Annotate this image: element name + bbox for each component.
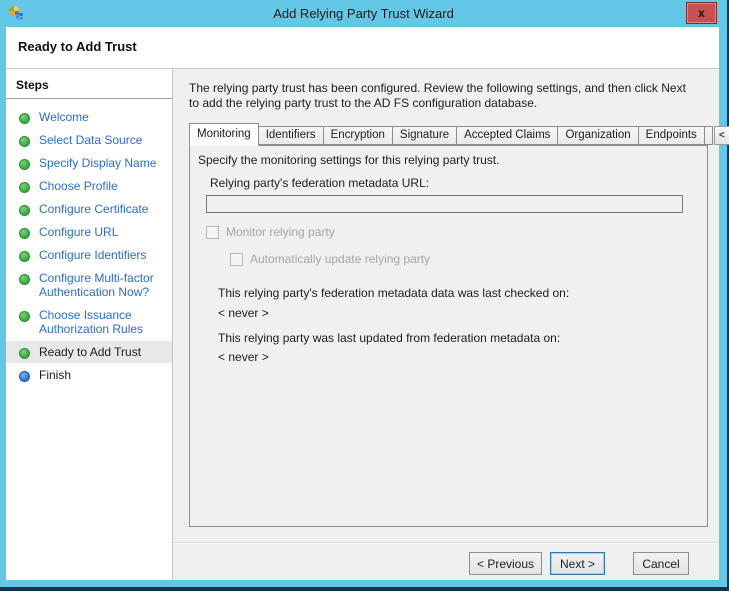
monitoring-tab-panel: Specify the monitoring settings for this…: [189, 145, 708, 527]
footer-divider: [173, 542, 719, 544]
step-label: Specify Display Name: [39, 156, 157, 170]
settings-tab[interactable]: Accepted Claims: [457, 126, 559, 145]
last-updated-label: This relying party was last updated from…: [218, 331, 561, 345]
monitor-relying-party-checkbox: Monitor relying party: [206, 225, 335, 239]
sidebar-step: Configure Certificate: [6, 198, 172, 220]
last-checked-label: This relying party's federation metadata…: [218, 286, 570, 300]
step-status-dot-icon: [19, 182, 30, 193]
step-status-dot-icon: [19, 371, 30, 382]
sidebar-step: Configure Identifiers: [6, 244, 172, 266]
step-status-dot-icon: [19, 274, 30, 285]
tab-scrollers: < >: [713, 126, 729, 145]
step-status-dot-icon: [19, 348, 30, 359]
cancel-button[interactable]: Cancel: [633, 552, 689, 575]
step-status-dot-icon: [19, 228, 30, 239]
step-label: Configure Identifiers: [39, 248, 147, 262]
sidebar-step: Choose Profile: [6, 175, 172, 197]
step-label: Choose Profile: [39, 179, 118, 193]
sidebar-step: Specify Display Name: [6, 152, 172, 174]
steps-heading: Steps: [6, 69, 172, 99]
step-status-dot-icon: [19, 205, 30, 216]
step-status-dot-icon: [19, 251, 30, 262]
next-button[interactable]: Next >: [550, 552, 605, 575]
step-label: Configure URL: [39, 225, 119, 239]
settings-tab[interactable]: Signature: [392, 126, 458, 145]
sidebar-step: Finish: [6, 364, 172, 386]
auto-update-label: Automatically update relying party: [250, 252, 431, 266]
steps-sidebar: Steps Welcome Select Data Source Specify…: [6, 69, 172, 580]
window-title: Add Relying Party Trust Wizard: [273, 6, 454, 21]
settings-tabstrip: Monitoring Identifiers Encryption Signat…: [189, 123, 729, 146]
monitoring-instruction: Specify the monitoring settings for this…: [198, 153, 500, 167]
window-edge-bottom: [0, 587, 729, 591]
auto-update-checkbox: Automatically update relying party: [230, 252, 430, 266]
settings-tab[interactable]: Encryption: [323, 126, 393, 145]
step-status-dot-icon: [19, 159, 30, 170]
title-bar: Add Relying Party Trust Wizard x: [0, 0, 727, 27]
step-label: Choose Issuance Authorization Rules: [39, 308, 144, 336]
sidebar-step: Choose Issuance Authorization Rules: [6, 304, 172, 340]
settings-tab[interactable]: Note: [704, 126, 713, 145]
checkbox-icon: [230, 252, 243, 266]
sidebar-step: Configure URL: [6, 221, 172, 243]
settings-tab[interactable]: Identifiers: [258, 126, 324, 145]
step-label: Select Data Source: [39, 133, 143, 147]
settings-tab[interactable]: Monitoring: [189, 123, 259, 146]
wizard-body: Steps Welcome Select Data Source Specify…: [6, 69, 729, 580]
tab-scroll-left-button[interactable]: <: [713, 126, 729, 145]
step-label: Ready to Add Trust: [39, 345, 142, 359]
monitor-relying-party-label: Monitor relying party: [226, 225, 335, 239]
last-updated-value: < never >: [218, 350, 269, 364]
sidebar-step: Ready to Add Trust: [6, 341, 172, 363]
step-status-dot-icon: [19, 311, 30, 322]
main-content: The relying party trust has been configu…: [172, 69, 729, 580]
metadata-url-label: Relying party's federation metadata URL:: [210, 176, 430, 190]
sidebar-step: Configure Multi-factor Authentication No…: [6, 267, 172, 303]
sidebar-step: Select Data Source: [6, 129, 172, 151]
settings-tab[interactable]: Organization: [558, 126, 639, 145]
step-status-dot-icon: [19, 136, 30, 147]
intro-text: The relying party trust has been configu…: [189, 81, 686, 110]
settings-tab[interactable]: Endpoints: [638, 126, 705, 145]
close-button[interactable]: x: [686, 2, 717, 24]
page-header: Ready to Add Trust: [6, 27, 719, 69]
last-checked-value: < never >: [218, 306, 269, 320]
steps-list: Welcome Select Data Source Specify Displ…: [6, 99, 172, 386]
wizard-window: Add Relying Party Trust Wizard x Ready t…: [0, 0, 729, 591]
step-label: Configure Multi-factor Authentication No…: [39, 271, 154, 299]
previous-button[interactable]: < Previous: [469, 552, 542, 575]
step-label: Configure Certificate: [39, 202, 149, 216]
step-status-dot-icon: [19, 113, 30, 124]
checkbox-icon: [206, 225, 219, 239]
sidebar-step: Welcome: [6, 106, 172, 128]
step-label: Welcome: [39, 110, 89, 124]
step-label: Finish: [39, 368, 72, 382]
metadata-url-input: [206, 195, 683, 213]
page-title: Ready to Add Trust: [18, 39, 137, 54]
